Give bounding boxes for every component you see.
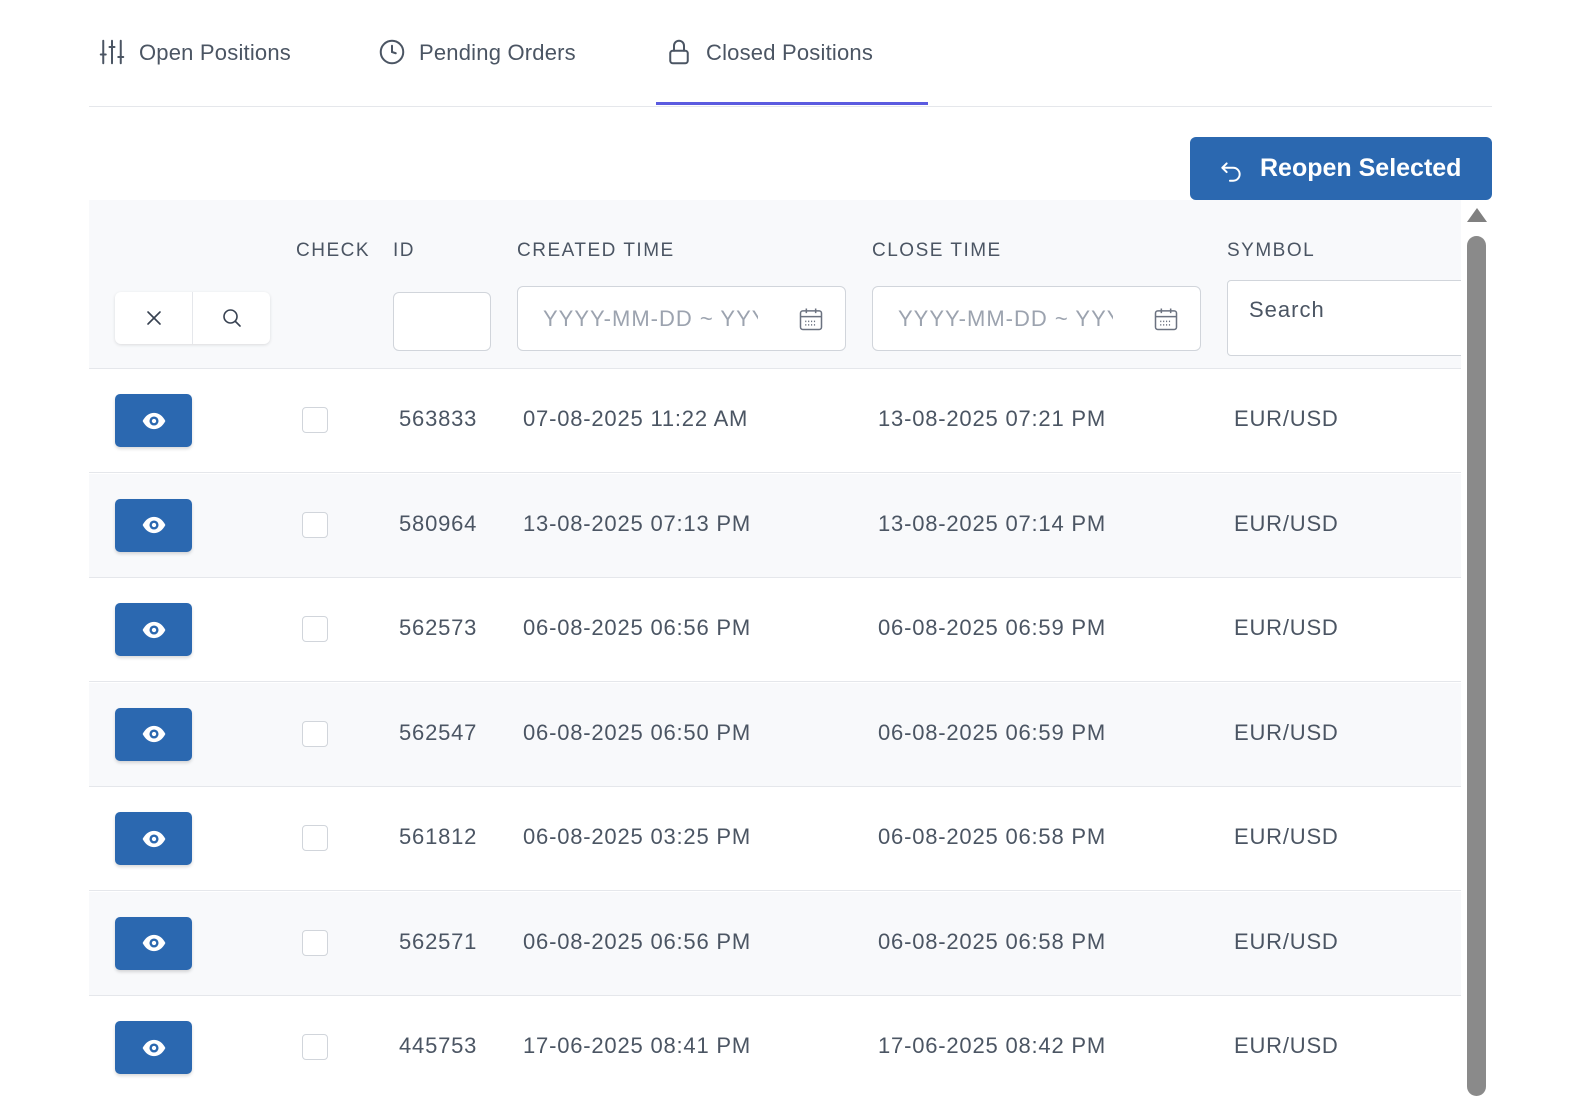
cell-symbol: EUR/USD <box>1234 928 1339 954</box>
cell-created-time: 06-08-2025 06:50 PM <box>523 719 752 745</box>
reopen-label: Reopen Selected <box>1260 154 1462 182</box>
eye-icon <box>142 412 165 429</box>
cell-close-time: 06-08-2025 06:58 PM <box>878 928 1107 954</box>
row-checkbox[interactable] <box>302 720 328 747</box>
cell-symbol: EUR/USD <box>1234 406 1339 431</box>
vertical-scrollbar[interactable] <box>1467 236 1486 1096</box>
row-checkbox[interactable] <box>302 929 328 956</box>
table-row: 562573 06-08-2025 06:56 PM 06-08-2025 06… <box>89 578 1461 682</box>
cell-id: 561812 <box>399 824 478 849</box>
id-filter-input[interactable] <box>393 292 491 351</box>
cell-created-time: 06-08-2025 03:25 PM <box>523 824 752 849</box>
search-icon <box>222 309 241 327</box>
cell-id: 562571 <box>399 928 478 954</box>
cell-close-time: 06-08-2025 06:58 PM <box>878 824 1107 849</box>
cell-symbol: EUR/USD <box>1234 824 1339 849</box>
eye-icon <box>142 516 165 534</box>
cell-symbol: EUR/USD <box>1234 1033 1339 1058</box>
cell-close-time: 06-08-2025 06:59 PM <box>878 615 1107 640</box>
header-close-time: CLOSE TIME <box>872 240 1002 261</box>
view-position-button[interactable] <box>115 707 192 761</box>
cell-created-time: 13-08-2025 07:13 PM <box>523 510 752 536</box>
cell-id: 563833 <box>399 406 478 431</box>
sliders-icon <box>97 37 127 67</box>
scroll-up-arrow[interactable] <box>1467 208 1487 222</box>
created-time-filter[interactable]: YYYY-MM-DD ~ YYYY-MM-DD <box>517 286 846 351</box>
lock-icon <box>664 37 694 67</box>
header-symbol: SYMBOL <box>1227 240 1316 261</box>
table-row: 561812 06-08-2025 03:25 PM 06-08-2025 06… <box>89 787 1461 891</box>
view-position-button[interactable] <box>115 498 192 552</box>
cell-created-time: 17-06-2025 08:41 PM <box>523 1033 752 1058</box>
tab-pending-orders[interactable]: Pending Orders <box>377 37 576 106</box>
view-position-button[interactable] <box>115 603 192 656</box>
tab-label: Closed Positions <box>706 40 874 65</box>
cell-close-time: 13-08-2025 07:21 PM <box>878 406 1107 431</box>
active-tab-indicator <box>656 102 928 105</box>
table-row: 445753 17-06-2025 08:41 PM 17-06-2025 08… <box>89 996 1461 1091</box>
row-checkbox[interactable] <box>302 511 328 538</box>
header-id: ID <box>393 240 415 261</box>
cell-symbol: EUR/USD <box>1234 615 1339 640</box>
tab-label: Open Positions <box>139 40 291 65</box>
closed-positions-table: CHECK ID CREATED TIME CLOSE TIME SYMBOL … <box>89 200 1461 1091</box>
view-position-button[interactable] <box>115 916 192 970</box>
clock-icon <box>377 37 407 67</box>
row-checkbox[interactable] <box>302 825 328 851</box>
cell-close-time: 17-06-2025 08:42 PM <box>878 1033 1107 1058</box>
view-position-button[interactable] <box>115 394 192 447</box>
row-checkbox[interactable] <box>302 616 328 642</box>
table-row: 563833 07-08-2025 11:22 AM 13-08-2025 07… <box>89 369 1461 473</box>
close-icon <box>146 311 161 325</box>
cell-close-time: 13-08-2025 07:14 PM <box>878 510 1107 536</box>
created-time-placeholder: YYYY-MM-DD ~ YYYY-MM-DD <box>543 305 758 331</box>
position-tabs: Open Positions Pending Orders Closed Pos… <box>89 0 1492 107</box>
table-row: 562547 06-08-2025 06:50 PM 06-08-2025 06… <box>89 682 1461 787</box>
reopen-selected-button[interactable]: Reopen Selected <box>1190 137 1492 200</box>
symbol-search-input[interactable]: Search <box>1227 280 1461 356</box>
clear-filters-button[interactable] <box>115 292 192 344</box>
cell-close-time: 06-08-2025 06:59 PM <box>878 719 1107 745</box>
tab-label: Pending Orders <box>419 40 576 65</box>
cell-symbol: EUR/USD <box>1234 719 1339 745</box>
cell-id: 562573 <box>399 615 478 640</box>
search-button[interactable] <box>192 292 270 344</box>
eye-icon <box>142 725 165 743</box>
table-header: CHECK ID CREATED TIME CLOSE TIME SYMBOL … <box>89 200 1461 369</box>
tab-closed-positions[interactable]: Closed Positions <box>664 37 874 106</box>
cell-id: 562547 <box>399 719 478 745</box>
header-created-time: CREATED TIME <box>517 240 675 261</box>
table-row: 580964 13-08-2025 07:13 PM 13-08-2025 07… <box>89 473 1461 578</box>
calendar-icon <box>1152 305 1180 333</box>
calendar-icon <box>797 305 825 333</box>
eye-icon <box>142 1039 165 1056</box>
view-position-button[interactable] <box>115 1021 192 1074</box>
row-checkbox[interactable] <box>302 407 328 433</box>
header-check: CHECK <box>296 240 371 261</box>
eye-icon <box>142 830 165 847</box>
close-time-placeholder: YYYY-MM-DD ~ YYYY-MM-DD <box>898 305 1113 331</box>
cell-created-time: 06-08-2025 06:56 PM <box>523 615 752 640</box>
view-position-button[interactable] <box>115 812 192 865</box>
row-checkbox[interactable] <box>302 1034 328 1060</box>
cell-id: 445753 <box>399 1033 478 1058</box>
cell-created-time: 07-08-2025 11:22 AM <box>523 406 749 431</box>
eye-icon <box>142 934 165 952</box>
tab-open-positions[interactable]: Open Positions <box>97 37 291 106</box>
close-time-filter[interactable]: YYYY-MM-DD ~ YYYY-MM-DD <box>872 286 1201 351</box>
cell-symbol: EUR/USD <box>1234 510 1339 536</box>
eye-icon <box>142 621 165 638</box>
filter-actions <box>115 292 270 344</box>
table-row: 562571 06-08-2025 06:56 PM 06-08-2025 06… <box>89 891 1461 996</box>
cell-created-time: 06-08-2025 06:56 PM <box>523 928 752 954</box>
cell-id: 580964 <box>399 510 478 536</box>
undo-icon <box>1218 158 1244 184</box>
